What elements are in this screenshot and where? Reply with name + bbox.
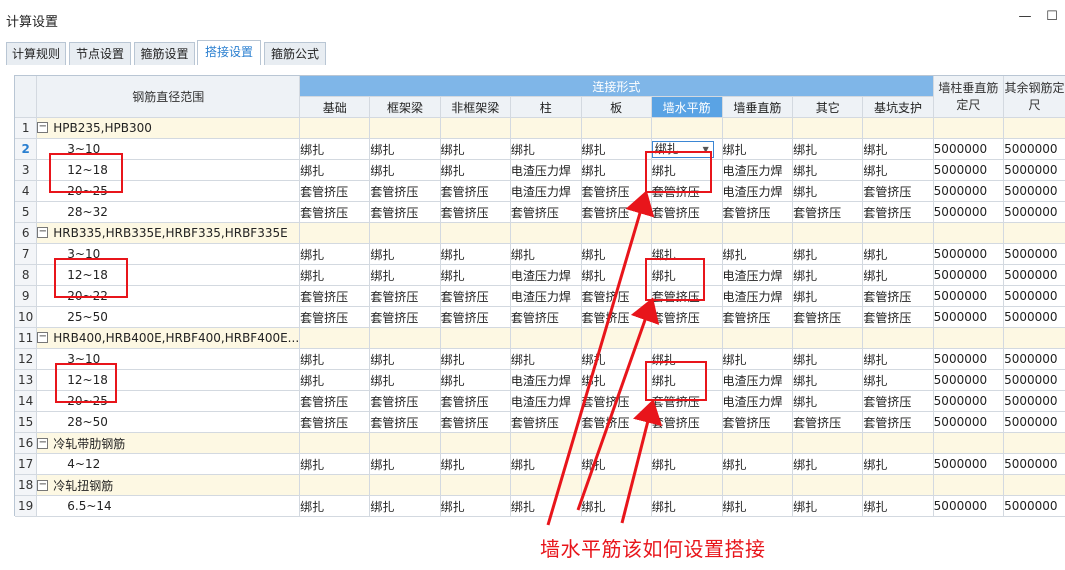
- arrow-to-hrb335-wall: [576, 297, 660, 511]
- annotation-question: 墙水平筋该如何设置搭接: [540, 537, 766, 561]
- arrow-to-hrb400-wall: [620, 399, 663, 524]
- annotation-arrows: [546, 190, 663, 526]
